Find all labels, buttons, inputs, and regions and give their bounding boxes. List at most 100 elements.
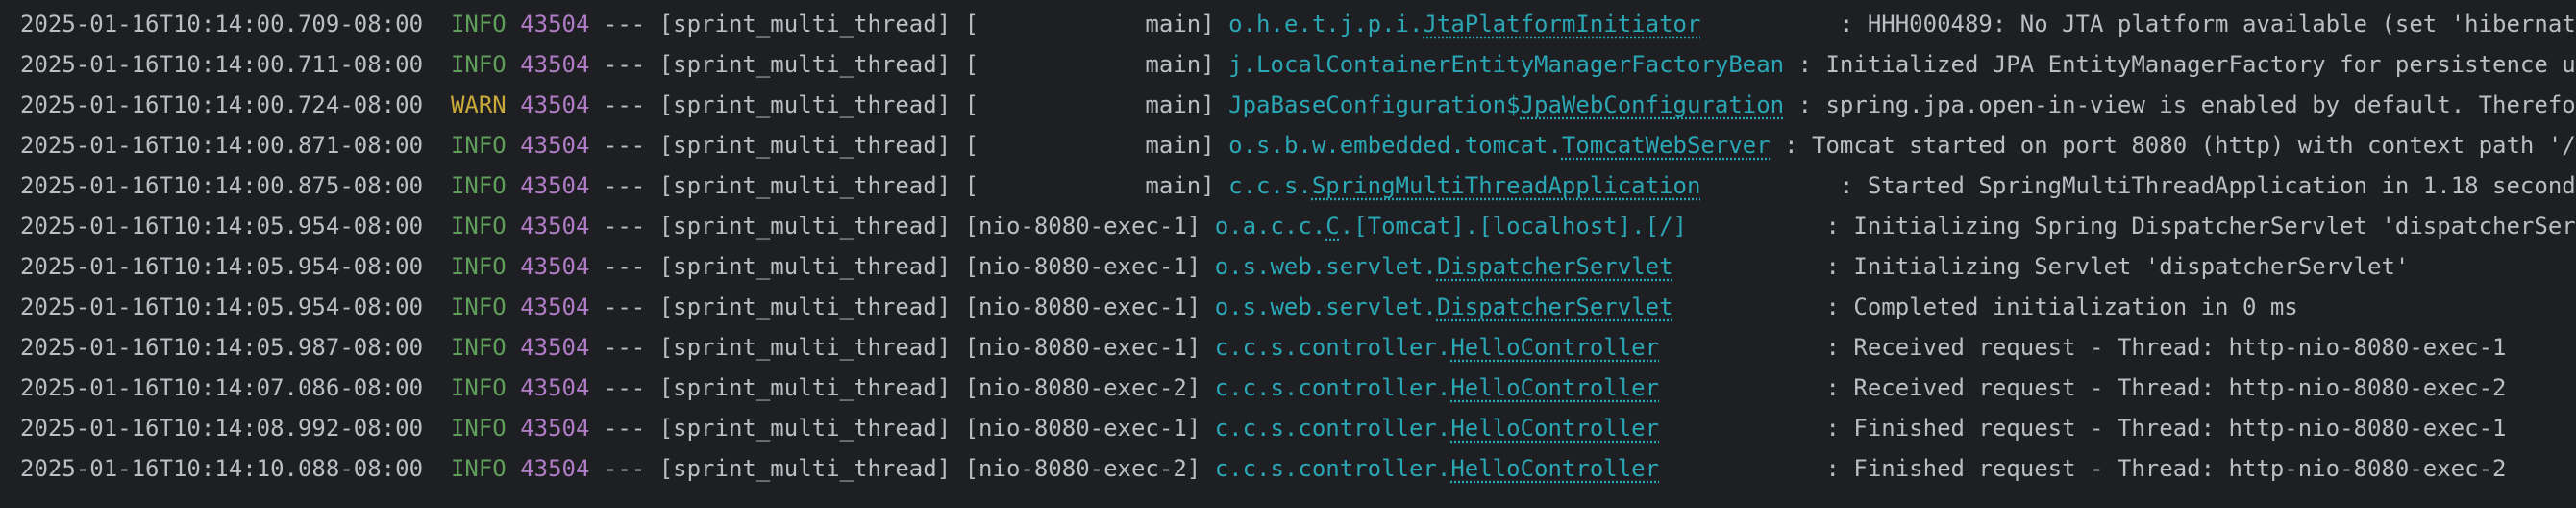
log-app-name: [sprint_multi_thread]: [658, 213, 952, 240]
log-padding: [1784, 51, 1797, 78]
log-line: 2025-01-16T10:14:00.871-08:00 INFO 43504…: [20, 125, 2576, 165]
log-logger-prefix: o.s.b.w.embedded.tomcat.: [1228, 132, 1562, 159]
log-message: : Tomcat started on port 8080 (http) wit…: [1784, 132, 2576, 159]
log-logger-link[interactable]: HelloController: [1450, 455, 1659, 482]
log-app-name: [sprint_multi_thread]: [658, 455, 952, 482]
log-logger-link[interactable]: TomcatWebServer: [1562, 132, 1771, 159]
log-padding: [1659, 374, 1825, 401]
log-timestamp: 2025-01-16T10:14:07.086-08:00: [20, 374, 424, 401]
log-message: : Received request - Thread: http-nio-80…: [1825, 334, 2507, 361]
log-message: : spring.jpa.open-in-view is enabled by …: [1797, 91, 2576, 118]
log-padding: [1700, 11, 1840, 38]
log-message: : Finished request - Thread: http-nio-80…: [1825, 455, 2507, 482]
log-thread: [nio-8080-exec-1]: [964, 213, 1201, 240]
log-logger: JpaBaseConfiguration$JpaWebConfiguration: [1228, 91, 1784, 118]
log-thread: [ main]: [964, 11, 1215, 38]
log-logger-link[interactable]: DispatcherServlet: [1437, 293, 1673, 320]
log-separator: ---: [603, 455, 646, 482]
log-padding: [1673, 293, 1826, 320]
log-message: : HHH000489: No JTA platform available (…: [1839, 11, 2576, 38]
log-list: 2025-01-16T10:14:00.709-08:00 INFO 43504…: [20, 4, 2576, 489]
log-message: : Initialized JPA EntityManagerFactory f…: [1797, 51, 2576, 78]
log-app-name: [sprint_multi_thread]: [658, 11, 952, 38]
log-thread: [nio-8080-exec-1]: [964, 334, 1201, 361]
log-level: INFO: [450, 51, 507, 78]
log-timestamp: 2025-01-16T10:14:00.724-08:00: [20, 91, 424, 118]
log-padding: [1784, 91, 1797, 118]
log-app-name: [sprint_multi_thread]: [658, 293, 952, 320]
log-line: 2025-01-16T10:14:05.954-08:00 INFO 43504…: [20, 206, 2576, 246]
log-logger-prefix: o.s.web.servlet.: [1214, 293, 1437, 320]
log-padding: [1659, 415, 1825, 442]
log-logger-link[interactable]: C: [1325, 213, 1339, 240]
console-output[interactable]: 2025-01-16T10:14:00.709-08:00 INFO 43504…: [0, 0, 2576, 508]
log-level: INFO: [450, 334, 507, 361]
log-logger-link[interactable]: HelloController: [1450, 374, 1659, 401]
log-logger-link[interactable]: HelloController: [1450, 334, 1659, 361]
log-level: INFO: [450, 415, 507, 442]
log-logger-suffix: .[Tomcat].[localhost].[/]: [1339, 213, 1687, 240]
log-thread: [nio-8080-exec-2]: [964, 374, 1201, 401]
log-logger-link[interactable]: HelloController: [1450, 415, 1659, 442]
log-line: 2025-01-16T10:14:00.709-08:00 INFO 43504…: [20, 4, 2576, 44]
log-level: INFO: [450, 455, 507, 482]
log-level: INFO: [450, 172, 507, 199]
log-line: 2025-01-16T10:14:05.954-08:00 INFO 43504…: [20, 287, 2576, 327]
log-logger-link[interactable]: JtaPlatformInitiator: [1423, 11, 1700, 38]
log-timestamp: 2025-01-16T10:14:10.088-08:00: [20, 455, 424, 482]
log-message: : Received request - Thread: http-nio-80…: [1825, 374, 2507, 401]
log-padding: [1687, 213, 1826, 240]
log-logger-prefix: o.s.web.servlet.: [1214, 253, 1437, 280]
log-logger-prefix: c.c.s.controller.: [1214, 415, 1451, 442]
log-logger-prefix: o.a.c.c.: [1214, 213, 1326, 240]
log-logger-prefix: c.c.s.controller.: [1214, 334, 1451, 361]
log-app-name: [sprint_multi_thread]: [658, 334, 952, 361]
log-separator: ---: [603, 334, 646, 361]
log-level: WARN: [450, 91, 507, 118]
log-logger: c.c.s.controller.HelloController: [1215, 415, 1659, 442]
log-logger: o.a.c.c.C.[Tomcat].[localhost].[/]: [1215, 213, 1687, 240]
log-app-name: [sprint_multi_thread]: [658, 172, 952, 199]
log-thread: [nio-8080-exec-1]: [964, 293, 1201, 320]
log-logger: c.c.s.SpringMultiThreadApplication: [1228, 172, 1700, 199]
log-logger: o.s.web.servlet.DispatcherServlet: [1215, 253, 1673, 280]
log-line: 2025-01-16T10:14:00.711-08:00 INFO 43504…: [20, 44, 2576, 85]
log-app-name: [sprint_multi_thread]: [658, 415, 952, 442]
log-level: INFO: [450, 374, 507, 401]
log-logger: o.s.b.w.embedded.tomcat.TomcatWebServer: [1228, 132, 1771, 159]
log-level: INFO: [450, 213, 507, 240]
log-separator: ---: [603, 374, 646, 401]
log-line: 2025-01-16T10:14:10.088-08:00 INFO 43504…: [20, 448, 2576, 489]
log-thread: [nio-8080-exec-1]: [964, 253, 1201, 280]
log-thread: [nio-8080-exec-1]: [964, 415, 1201, 442]
log-pid: 43504: [520, 293, 590, 320]
log-pid: 43504: [520, 172, 590, 199]
log-message: : Initializing Servlet 'dispatcherServle…: [1825, 253, 2410, 280]
log-pid: 43504: [520, 415, 590, 442]
log-padding: [1659, 334, 1825, 361]
log-line: 2025-01-16T10:14:00.724-08:00 WARN 43504…: [20, 85, 2576, 125]
log-level: INFO: [450, 293, 507, 320]
log-level: INFO: [450, 132, 507, 159]
log-logger: o.h.e.t.j.p.i.JtaPlatformInitiator: [1228, 11, 1700, 38]
log-level: INFO: [450, 253, 507, 280]
log-app-name: [sprint_multi_thread]: [658, 132, 952, 159]
log-pid: 43504: [520, 91, 590, 118]
log-pid: 43504: [520, 455, 590, 482]
log-line: 2025-01-16T10:14:08.992-08:00 INFO 43504…: [20, 408, 2576, 448]
log-thread: [ main]: [964, 132, 1215, 159]
log-logger-link[interactable]: JpaWebConfiguration: [1521, 91, 1785, 118]
log-logger-link[interactable]: SpringMultiThreadApplication: [1312, 172, 1701, 199]
log-timestamp: 2025-01-16T10:14:05.954-08:00: [20, 253, 424, 280]
log-separator: ---: [603, 415, 646, 442]
log-pid: 43504: [520, 334, 590, 361]
log-separator: ---: [603, 213, 646, 240]
log-pid: 43504: [520, 132, 590, 159]
log-logger: c.c.s.controller.HelloController: [1215, 334, 1659, 361]
log-logger: c.c.s.controller.HelloController: [1215, 455, 1659, 482]
log-timestamp: 2025-01-16T10:14:08.992-08:00: [20, 415, 424, 442]
log-thread: [ main]: [964, 172, 1215, 199]
log-timestamp: 2025-01-16T10:14:05.954-08:00: [20, 293, 424, 320]
log-padding: [1700, 172, 1840, 199]
log-logger-link[interactable]: DispatcherServlet: [1437, 253, 1673, 280]
